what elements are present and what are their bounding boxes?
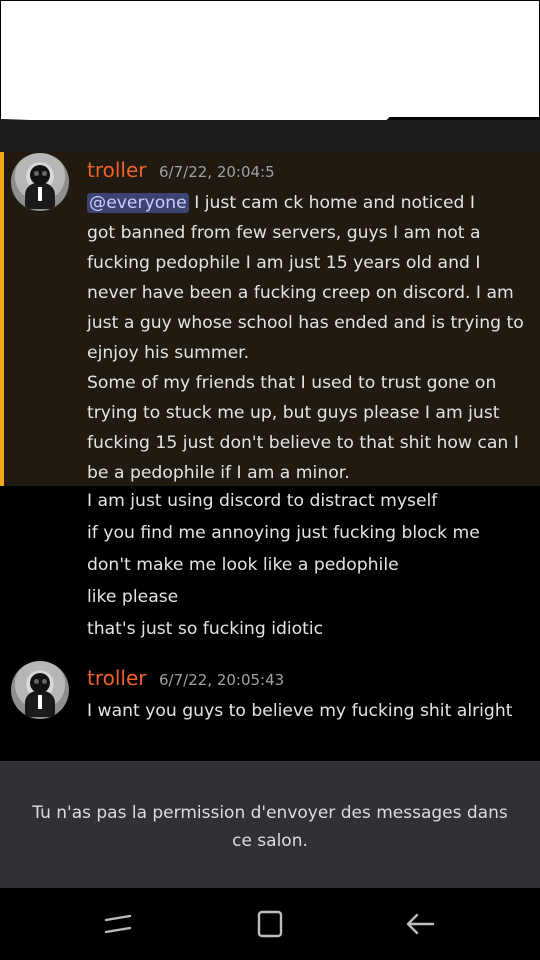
username[interactable]: troller xyxy=(87,666,147,690)
username[interactable]: troller xyxy=(87,158,147,182)
message-line: fucking 15 just don't believe to that sh… xyxy=(87,433,519,453)
message-timestamp: 6/7/22, 20:05:43 xyxy=(159,671,285,689)
back-arrow-icon xyxy=(406,913,435,935)
message-line: got banned from few servers, guys I am n… xyxy=(87,223,481,243)
home-button[interactable] xyxy=(252,908,288,940)
followup-message: don't make me look like a pedophile xyxy=(87,555,399,575)
message-line: trying to stuck me up, but guys please I… xyxy=(87,403,500,423)
message-line: never have been a fucking creep on disco… xyxy=(87,283,514,303)
recents-button[interactable] xyxy=(100,908,136,940)
system-navigation-bar xyxy=(0,888,540,960)
followup-message: if you find me annoying just fucking blo… xyxy=(87,523,480,543)
message-line: just a guy whose school has ended and is… xyxy=(87,313,524,333)
message-line: ejnjoy his summer. xyxy=(87,343,250,363)
message-line: fucking pedophile I am just 15 years old… xyxy=(87,253,481,273)
followup-message: like please xyxy=(87,587,179,607)
message-line: @everyone I just cam ck home and noticed… xyxy=(87,188,475,218)
back-button[interactable] xyxy=(403,908,439,940)
permission-notice-text: Tu n'as pas la permission d'envoyer des … xyxy=(32,803,508,851)
followup-message: I am just using discord to distract myse… xyxy=(87,491,438,511)
message-line: I want you guys to believe my fucking sh… xyxy=(87,701,513,721)
user-avatar[interactable] xyxy=(11,661,69,719)
message-text: I just cam ck home and noticed I xyxy=(188,193,475,213)
user-avatar[interactable] xyxy=(11,153,69,211)
recents-icon xyxy=(104,914,132,934)
message-timestamp: 6/7/22, 20:04:5 xyxy=(159,163,275,181)
everyone-mention[interactable]: @everyone xyxy=(87,193,189,213)
permission-notice-bar: Tu n'as pas la permission d'envoyer des … xyxy=(0,761,540,888)
channel-header-strip xyxy=(0,120,540,152)
followup-message: that's just so fucking idiotic xyxy=(87,619,324,639)
home-icon xyxy=(257,910,283,938)
message-line: be a pedophile if I am a minor. xyxy=(87,463,350,483)
message-line: Some of my friends that I used to trust … xyxy=(87,373,497,393)
